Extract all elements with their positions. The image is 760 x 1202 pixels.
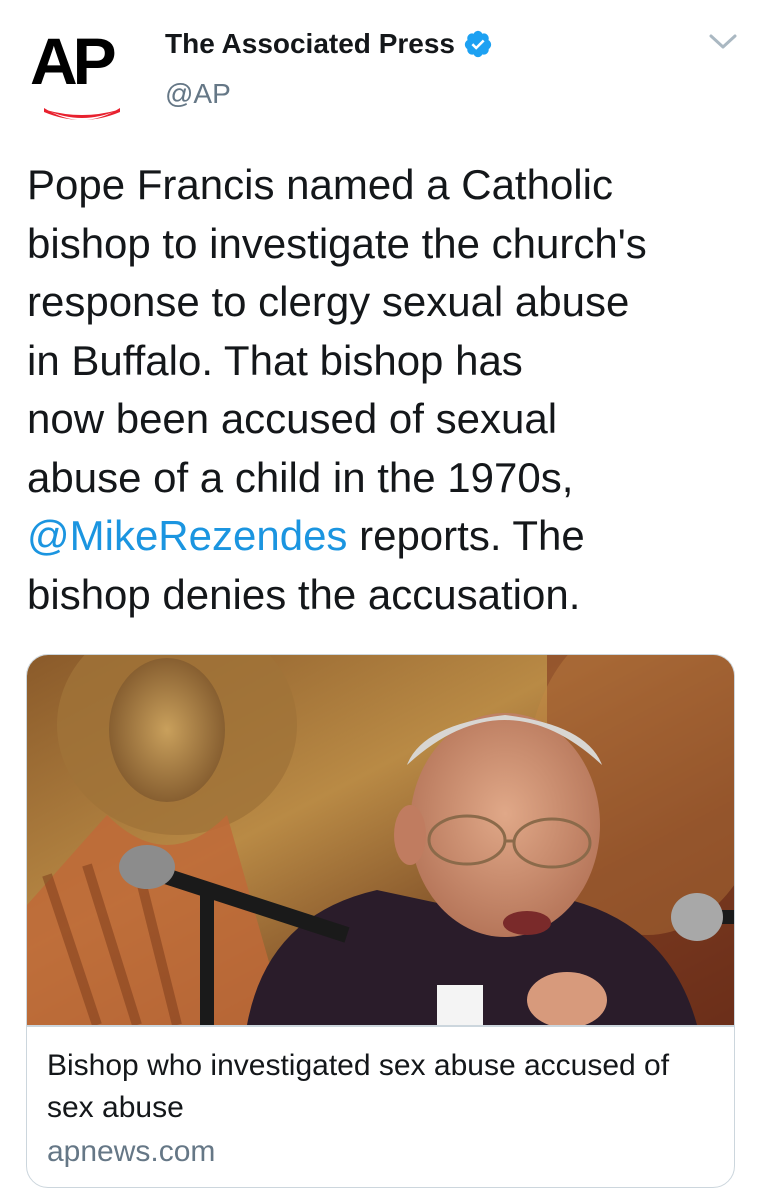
- tweet-line: bishop to investigate the church's: [27, 219, 647, 267]
- tweet-line: abuse of a child in the 1970s,: [27, 453, 574, 501]
- tweet-header: AP The Associated Press @AP: [0, 0, 760, 140]
- tweet-line-rest: reports. The: [347, 512, 585, 559]
- avatar-logo-text: AP: [30, 24, 117, 98]
- tweet-line: Pope Francis named a Catholic: [27, 161, 613, 208]
- tweet-line: now been accused of sexual: [27, 395, 558, 442]
- avatar[interactable]: AP: [30, 28, 134, 128]
- tweet-line: in Buffalo. That bishop has: [27, 336, 523, 384]
- card-domain: apnews.com: [47, 1135, 216, 1168]
- tweet-line: @MikeRezendes reports. The: [27, 507, 737, 566]
- chevron-down-icon[interactable]: [706, 30, 740, 54]
- link-preview-card[interactable]: Bishop who investigated sex abuse accuse…: [26, 654, 735, 1188]
- author-handle[interactable]: @AP: [165, 78, 231, 110]
- card-divider: [27, 1025, 734, 1027]
- author-display-name[interactable]: The Associated Press: [165, 28, 455, 60]
- mention-link[interactable]: @MikeRezendes: [27, 512, 347, 559]
- verified-badge-icon: [463, 29, 493, 59]
- tweet-line: response to clergy sexual abuse: [27, 278, 630, 325]
- author-name-row[interactable]: The Associated Press: [165, 24, 493, 64]
- tweet-line: bishop denies the accusation.: [27, 570, 581, 618]
- card-title[interactable]: Bishop who investigated sex abuse accuse…: [47, 1045, 717, 1129]
- tweet-text: Pope Francis named a Catholic bishop to …: [27, 156, 737, 624]
- card-image[interactable]: [27, 655, 734, 1025]
